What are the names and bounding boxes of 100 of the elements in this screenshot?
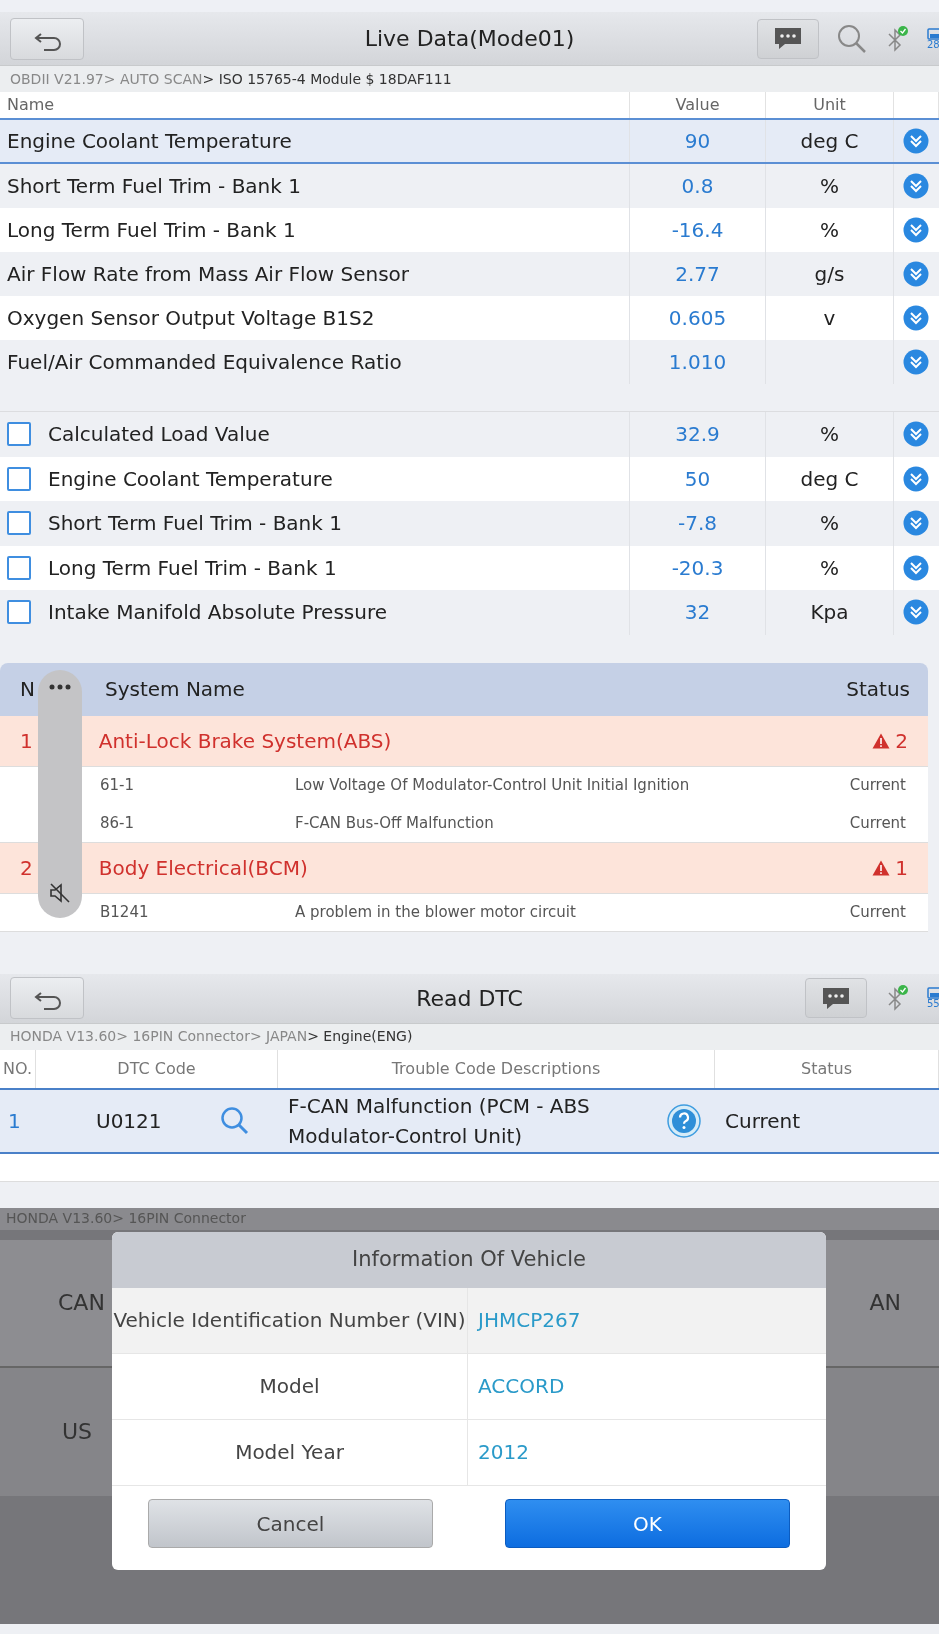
dialog-title: Information Of Vehicle xyxy=(352,1245,586,1273)
message-button[interactable] xyxy=(757,18,819,59)
row-number: 2 xyxy=(20,854,33,882)
search-icon[interactable] xyxy=(837,23,867,54)
warning-icon xyxy=(872,859,891,876)
expand-icon[interactable] xyxy=(903,599,929,626)
dtc-code: U0121 xyxy=(96,1107,162,1135)
parameter-name: Intake Manifold Absolute Pressure xyxy=(48,599,387,627)
row-number: 1 xyxy=(20,727,33,755)
system-name: Anti-Lock Brake System(ABS) xyxy=(98,727,392,755)
parameter-name: Oxygen Sensor Output Voltage B1S2 xyxy=(7,305,375,332)
parameter-unit: g/s xyxy=(814,261,845,288)
chat-bubble-icon xyxy=(821,985,851,1011)
expand-icon[interactable] xyxy=(903,217,929,243)
message-button[interactable] xyxy=(805,978,867,1018)
search-icon[interactable] xyxy=(220,1105,250,1136)
bluetooth-icon xyxy=(885,25,909,52)
parameter-name: Calculated Load Value xyxy=(48,421,270,449)
column-header: Status xyxy=(846,676,910,703)
field-value: JHMCP267 xyxy=(476,1307,582,1334)
back-button[interactable] xyxy=(10,977,84,1019)
breadcrumb-current: > ISO 15765-4 Module $ 18DAF111 xyxy=(202,69,452,89)
parameter-name: Short Term Fuel Trim - Bank 1 xyxy=(7,173,301,200)
field-label: Model Year xyxy=(112,1419,468,1485)
column-header: N xyxy=(20,676,35,703)
parameter-name: Engine Coolant Temperature xyxy=(48,465,333,493)
parameter-value: -20.3 xyxy=(671,554,724,582)
parameter-unit: % xyxy=(820,421,839,449)
parameter-value: 50 xyxy=(684,465,711,493)
column-header: DTC Code xyxy=(36,1049,278,1088)
fault-count-number: 2 xyxy=(895,727,908,755)
screen-title: Live Data(Mode01) xyxy=(364,26,575,51)
fault-status: Current xyxy=(849,775,906,797)
fault-status: Current xyxy=(849,901,906,923)
system-row[interactable]: 1 Anti-Lock Brake System(ABS) 2 xyxy=(0,715,928,767)
fault-code: 61-1 xyxy=(100,775,136,797)
column-header: Unit xyxy=(766,92,894,118)
expand-icon[interactable] xyxy=(903,305,929,331)
battery-icon xyxy=(927,27,939,40)
fault-code: B1241 xyxy=(100,901,150,923)
warning-icon xyxy=(872,732,891,749)
parameter-value: 2.77 xyxy=(675,261,720,288)
expand-icon[interactable] xyxy=(903,128,929,154)
parameter-name: Fuel/Air Commanded Equivalence Ratio xyxy=(7,349,402,376)
parameter-unit: v xyxy=(823,305,836,332)
parameter-name: Long Term Fuel Trim - Bank 1 xyxy=(48,554,337,582)
parameter-value: -7.8 xyxy=(678,510,717,538)
parameter-unit: % xyxy=(820,173,839,200)
parameter-value: 90 xyxy=(684,128,711,155)
expand-icon[interactable] xyxy=(903,261,929,287)
checkbox[interactable] xyxy=(7,555,31,580)
data-row[interactable]: Engine Coolant Temperature 90 deg C xyxy=(0,120,939,164)
expand-icon[interactable] xyxy=(903,421,929,448)
data-row[interactable]: Oxygen Sensor Output Voltage B1S2 0.605 v xyxy=(0,296,939,340)
field-label: Vehicle Identification Number (VIN) xyxy=(112,1287,468,1353)
system-row[interactable]: 2 Body Electrical(BCM) 1 xyxy=(0,842,928,894)
battery-icon xyxy=(927,987,939,999)
menu-label: US xyxy=(62,1418,93,1446)
checkbox[interactable] xyxy=(7,422,31,447)
column-header: Name xyxy=(0,92,630,118)
fault-description: F-CAN Bus-Off Malfunction xyxy=(295,812,494,834)
fault-count-number: 1 xyxy=(895,854,908,882)
column-header: NO. xyxy=(0,1049,36,1088)
back-button[interactable] xyxy=(10,17,84,60)
screen-title: Read DTC xyxy=(416,985,523,1011)
checkbox[interactable] xyxy=(7,466,31,491)
checkbox[interactable] xyxy=(7,511,31,536)
field-label: Model xyxy=(112,1353,468,1419)
parameter-value: -16.4 xyxy=(671,217,724,244)
cancel-button[interactable]: Cancel xyxy=(148,1499,433,1548)
breadcrumb-current: > Engine(ENG) xyxy=(307,1027,413,1046)
expand-icon[interactable] xyxy=(903,554,929,581)
ok-button[interactable]: OK xyxy=(505,1499,790,1548)
parameter-value: 32.9 xyxy=(675,421,720,449)
checkbox[interactable] xyxy=(7,600,31,625)
trouble-description: F-CAN Malfunction (PCM - ABS Modulator-Control Unit) xyxy=(287,1092,591,1150)
data-row[interactable]: Long Term Fuel Trim - Bank 1 -16.4 % xyxy=(0,208,939,252)
parameter-name: Air Flow Rate from Mass Air Flow Sensor xyxy=(7,261,410,288)
mute-icon[interactable] xyxy=(49,881,71,904)
parameter-unit: Kpa xyxy=(810,599,849,627)
parameter-name: Short Term Fuel Trim - Bank 1 xyxy=(48,510,342,538)
more-icon[interactable] xyxy=(49,683,71,690)
help-icon[interactable] xyxy=(667,1103,701,1138)
fault-code: 86-1 xyxy=(100,812,136,834)
battery-level: 28 xyxy=(927,39,939,50)
parameter-value: 32 xyxy=(684,599,711,627)
column-header: Value xyxy=(630,92,766,118)
battery-level: 55 xyxy=(927,999,939,1009)
fault-description: A problem in the blower motor circuit xyxy=(295,901,576,923)
parameter-unit: deg C xyxy=(800,465,859,493)
expand-icon[interactable] xyxy=(903,173,929,199)
expand-icon[interactable] xyxy=(903,465,929,492)
parameter-unit: % xyxy=(820,510,839,538)
expand-icon[interactable] xyxy=(903,510,929,537)
parameter-value: 1.010 xyxy=(668,349,727,376)
parameter-name: Long Term Fuel Trim - Bank 1 xyxy=(7,217,296,244)
dtc-status: Current xyxy=(724,1107,802,1135)
expand-icon[interactable] xyxy=(903,349,929,375)
column-header: Status xyxy=(715,1049,939,1088)
parameter-name: Engine Coolant Temperature xyxy=(7,128,292,155)
